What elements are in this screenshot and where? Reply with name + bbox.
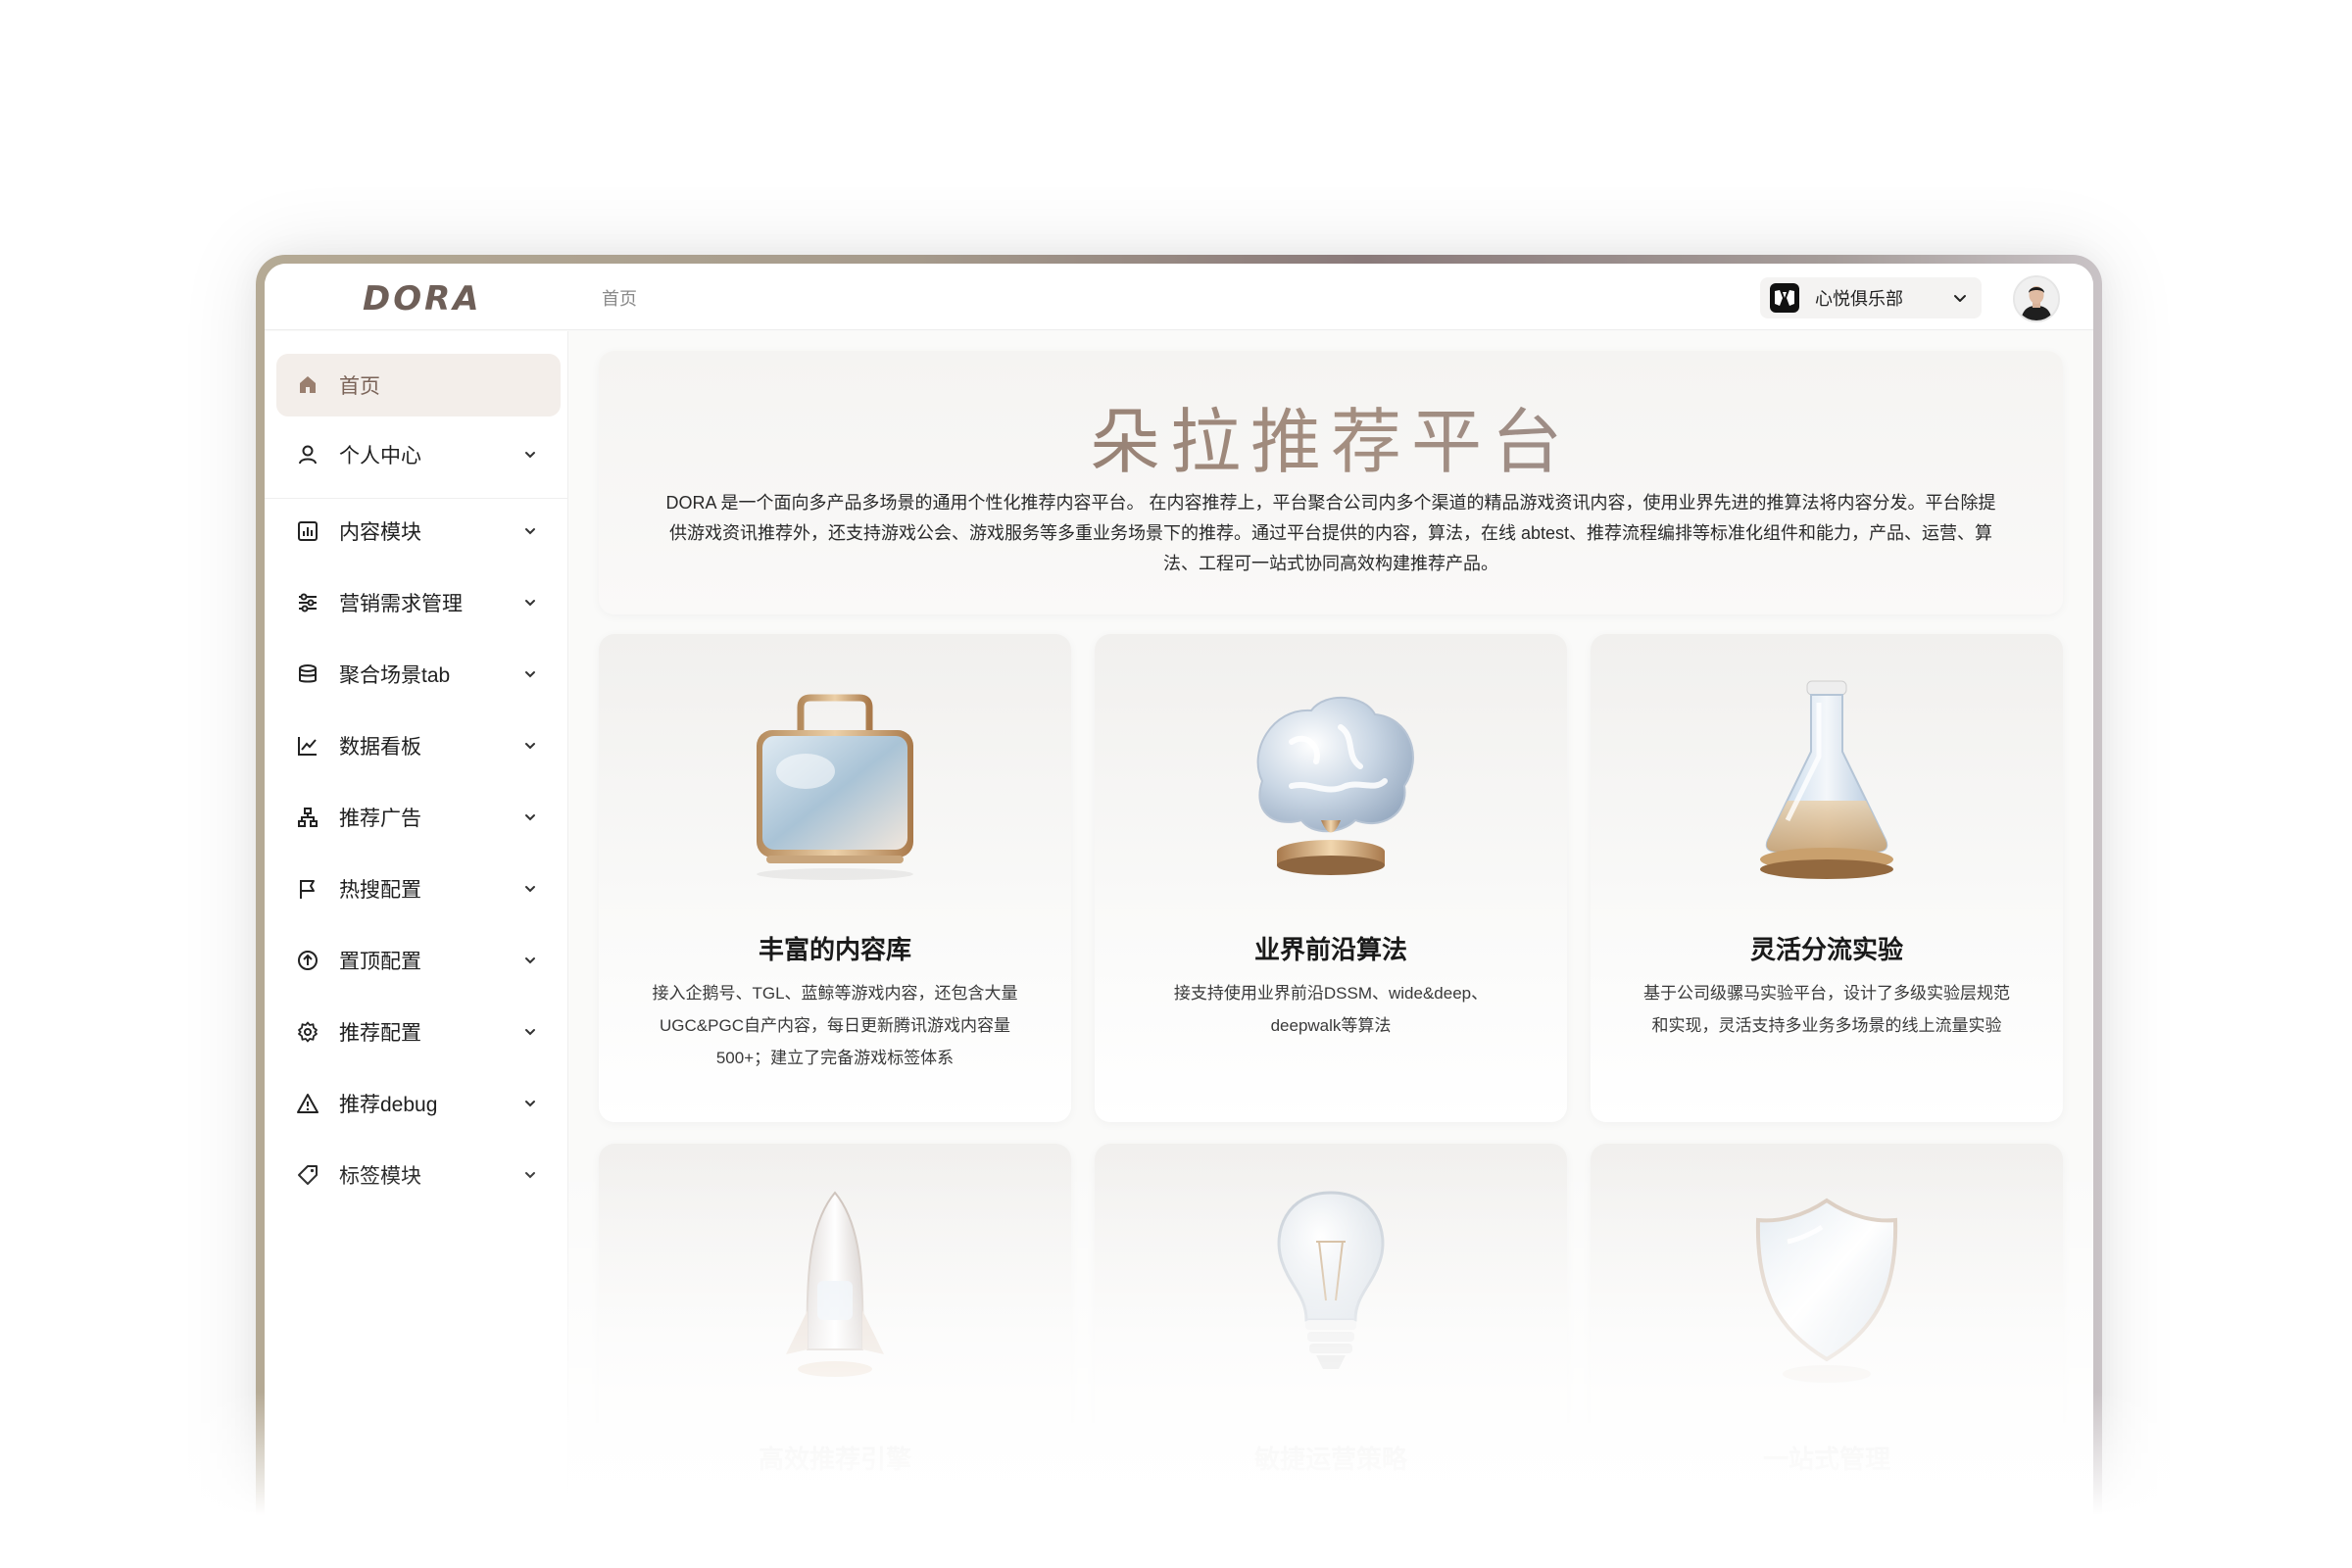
sidebar-item-marketing[interactable]: 营销需求管理 xyxy=(276,571,561,634)
hero-description: DORA 是一个面向多产品多场景的通用个性化推荐内容平台。 在内容推荐上，平台聚… xyxy=(665,493,1996,573)
chevron-down-icon xyxy=(525,743,535,750)
hierarchy-icon xyxy=(296,806,319,829)
org-switcher[interactable]: 心悦俱乐部 xyxy=(1760,277,1982,318)
sidebar-item-personal-center[interactable]: 个人中心 xyxy=(276,423,561,486)
hero-title: 朵拉推荐平台 xyxy=(599,384,2063,487)
arrow-up-circle-icon xyxy=(296,949,319,972)
chevron-down-icon xyxy=(525,600,535,607)
sidebar-item-scene-tab[interactable]: 聚合场景tab xyxy=(276,643,561,706)
card-title: 丰富的内容库 xyxy=(758,935,911,964)
home-icon xyxy=(296,373,319,397)
card-description: 接入企鹅号、TGL、蓝鲸等游戏内容，还包含大量UGC&PGC自产内容，每日更新腾… xyxy=(652,984,1018,1067)
chevron-down-icon xyxy=(525,886,535,893)
chevron-down-icon xyxy=(525,957,535,964)
sidebar-item-label: 热搜配置 xyxy=(339,879,421,902)
card-title: 业界前沿算法 xyxy=(1253,935,1407,964)
breadcrumb[interactable]: 首页 xyxy=(602,285,637,311)
org-name: 心悦俱乐部 xyxy=(1815,289,1903,309)
feature-card[interactable]: 敏捷运营策略 xyxy=(1095,1144,1567,1568)
flag-icon xyxy=(296,877,319,901)
sidebar-item-label: 置顶配置 xyxy=(339,951,421,973)
sidebar-item-content-module[interactable]: 内容模块 xyxy=(276,500,561,563)
sidebar-item-label: 标签模块 xyxy=(339,1165,421,1188)
bar-chart-icon xyxy=(296,519,319,543)
card-description: 基于公司级骡马实验平台，设计了多级实验层规范和实现，灵活支持多业务多场景的线上流… xyxy=(1643,984,2010,1035)
card-title: 一站式管理 xyxy=(1762,1445,1890,1474)
app-window-frame: DORA 首页 心悦俱乐部 首页 个人中心 内容模块 营销需求管理 聚合场景ta… xyxy=(256,255,2102,1568)
feature-card[interactable]: 灵活分流实验 基于公司级骡马实验平台，设计了多级实验层规范和实现，灵活支持多业务… xyxy=(1591,634,2063,1122)
chevron-down-icon xyxy=(525,671,535,678)
brain-icon xyxy=(1256,697,1414,875)
sidebar-item-rec-debug[interactable]: 推荐debug xyxy=(276,1072,561,1135)
sidebar-item-label: 首页 xyxy=(339,375,380,398)
database-icon xyxy=(296,662,319,686)
sidebar-item-tag-module[interactable]: 标签模块 xyxy=(276,1144,561,1206)
sliders-icon xyxy=(296,591,319,614)
feature-card[interactable]: 业界前沿算法 接支持使用业界前沿DSSM、wide&deep、deepwalk等… xyxy=(1095,634,1567,1122)
feature-card[interactable]: 丰富的内容库 接入企鹅号、TGL、蓝鲸等游戏内容，还包含大量UGC&PGC自产内… xyxy=(599,634,1071,1122)
chevron-down-icon xyxy=(525,528,535,535)
sidebar-item-label: 营销需求管理 xyxy=(339,593,463,615)
sidebar: 首页 个人中心 内容模块 营销需求管理 聚合场景tab 数据看板 推荐广告 热搜… xyxy=(265,331,568,1568)
hero-banner: 朵拉推荐平台 DORA 是一个面向多产品多场景的通用个性化推荐内容平台。 在内容… xyxy=(599,351,2063,614)
sidebar-divider xyxy=(265,498,568,499)
chevron-down-icon xyxy=(1954,295,1966,302)
rocket-icon xyxy=(786,1191,884,1377)
sidebar-item-pin-top[interactable]: 置顶配置 xyxy=(276,929,561,992)
card-description: 接支持使用业界前沿DSSM、wide&deep、deepwalk等算法 xyxy=(1173,984,1489,1035)
top-bar: DORA 首页 心悦俱乐部 xyxy=(265,264,2093,330)
shield-icon xyxy=(1755,1198,1898,1383)
lightbulb-icon xyxy=(1277,1191,1385,1369)
sidebar-item-dashboard[interactable]: 数据看板 xyxy=(276,714,561,777)
feature-card[interactable]: 一站式管理 xyxy=(1591,1144,2063,1568)
tag-icon xyxy=(296,1163,319,1187)
club-logo-icon xyxy=(1770,283,1799,313)
sidebar-item-ads[interactable]: 推荐广告 xyxy=(276,786,561,849)
main-content: 朵拉推荐平台 DORA 是一个面向多产品多场景的通用个性化推荐内容平台。 在内容… xyxy=(568,331,2093,1568)
sidebar-item-hot-search[interactable]: 热搜配置 xyxy=(276,858,561,920)
sidebar-item-home[interactable]: 首页 xyxy=(276,354,561,416)
warning-icon xyxy=(296,1092,319,1115)
dora-logo[interactable]: DORA xyxy=(363,279,482,318)
user-avatar[interactable] xyxy=(2013,275,2060,322)
sidebar-item-label: 个人中心 xyxy=(339,445,421,467)
card-title: 高效推荐引擎 xyxy=(758,1445,911,1474)
card-title: 灵活分流实验 xyxy=(1749,935,1903,964)
sidebar-item-label: 内容模块 xyxy=(339,521,421,544)
chevron-down-icon xyxy=(525,452,535,459)
sidebar-item-label: 推荐debug xyxy=(339,1094,438,1116)
chevron-down-icon xyxy=(525,1172,535,1179)
sidebar-item-label: 推荐广告 xyxy=(339,808,421,830)
sidebar-item-label: 数据看板 xyxy=(339,736,421,759)
chevron-down-icon xyxy=(525,1029,535,1036)
chevron-down-icon xyxy=(525,1101,535,1107)
card-title: 敏捷运营策略 xyxy=(1253,1445,1407,1474)
sidebar-item-label: 聚合场景tab xyxy=(339,664,451,687)
flask-icon xyxy=(1760,680,1893,879)
user-icon xyxy=(296,443,319,466)
briefcase-icon xyxy=(757,694,913,880)
sidebar-item-rec-config[interactable]: 推荐配置 xyxy=(276,1001,561,1063)
app-window: DORA 首页 心悦俱乐部 首页 个人中心 内容模块 营销需求管理 聚合场景ta… xyxy=(265,264,2093,1568)
line-chart-icon xyxy=(296,734,319,758)
gear-icon xyxy=(296,1020,319,1044)
feature-card[interactable]: 高效推荐引擎 xyxy=(599,1144,1071,1568)
sidebar-item-label: 推荐配置 xyxy=(339,1022,421,1045)
chevron-down-icon xyxy=(525,814,535,821)
